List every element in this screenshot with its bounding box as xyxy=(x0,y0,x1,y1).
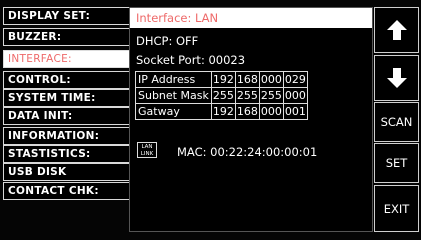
set-button-label: SET xyxy=(385,156,408,170)
arrow-down-icon xyxy=(386,68,407,88)
ip-octet-2[interactable]: 168 xyxy=(234,71,260,88)
table-row: IP Address 192 168 000 029 xyxy=(135,71,308,88)
menu-item-interface[interactable]: INTERFACE: xyxy=(3,50,131,68)
up-button[interactable] xyxy=(374,7,419,53)
ip-octet-1[interactable]: 192 xyxy=(210,71,236,88)
network-table: IP Address 192 168 000 029 Subnet Mask 2… xyxy=(135,71,308,120)
menu-item-system-time[interactable]: SYSTEM TIME: xyxy=(3,89,131,107)
mac-address: MAC: 00:22:24:00:00:01 xyxy=(177,145,318,159)
scan-button[interactable]: SCAN xyxy=(374,102,419,142)
gateway-octet-4[interactable]: 001 xyxy=(282,103,308,120)
scan-button-label: SCAN xyxy=(380,115,413,129)
dhcp-status: DHCP: OFF xyxy=(136,34,199,48)
gateway-octet-3[interactable]: 000 xyxy=(258,103,284,120)
subnet-octet-1[interactable]: 255 xyxy=(210,87,236,104)
set-button[interactable]: SET xyxy=(374,143,419,183)
menu-item-statistics[interactable]: STASTISTICS: xyxy=(3,145,131,163)
interface-panel: Interface: LAN DHCP: OFF Socket Port: 00… xyxy=(129,7,373,232)
gateway-label: Gatway xyxy=(135,103,212,120)
menu-item-display-set[interactable]: DISPLAY SET: xyxy=(3,7,131,25)
menu-item-information[interactable]: INFORMATION: xyxy=(3,127,131,145)
ip-address-label: IP Address xyxy=(135,71,212,88)
gateway-octet-1[interactable]: 192 xyxy=(210,103,236,120)
menu-item-usb-disk[interactable]: USB DISK xyxy=(3,163,131,181)
lan-link-icon: LAN LINK xyxy=(137,142,157,158)
ip-octet-4[interactable]: 029 xyxy=(282,71,308,88)
arrow-up-icon xyxy=(386,20,407,40)
subnet-mask-label: Subnet Mask xyxy=(135,87,212,104)
gateway-octet-2[interactable]: 168 xyxy=(234,103,260,120)
subnet-octet-3[interactable]: 255 xyxy=(258,87,284,104)
menu-item-buzzer[interactable]: BUZZER: xyxy=(3,28,131,46)
lan-icon-line1: LAN xyxy=(141,144,153,150)
exit-button-label: EXIT xyxy=(383,201,410,216)
menu-item-data-init[interactable]: DATA INIT: xyxy=(3,107,131,125)
panel-title: Interface: LAN xyxy=(130,8,372,28)
lan-icon-line2: LINK xyxy=(140,151,154,157)
down-button[interactable] xyxy=(374,55,419,101)
menu-item-control[interactable]: CONTROL: xyxy=(3,71,131,89)
table-row: Subnet Mask 255 255 255 000 xyxy=(135,87,308,104)
menu-item-contact-chk[interactable]: CONTACT CHK: xyxy=(3,182,131,200)
ip-octet-3[interactable]: 000 xyxy=(258,71,284,88)
subnet-octet-2[interactable]: 255 xyxy=(234,87,260,104)
device-screen: DISPLAY SET: BUZZER: INTERFACE: CONTROL:… xyxy=(0,0,421,240)
exit-button[interactable]: EXIT xyxy=(374,185,419,232)
subnet-octet-4[interactable]: 000 xyxy=(282,87,308,104)
socket-port: Socket Port: 00023 xyxy=(136,53,246,67)
table-row: Gatway 192 168 000 001 xyxy=(135,103,308,120)
